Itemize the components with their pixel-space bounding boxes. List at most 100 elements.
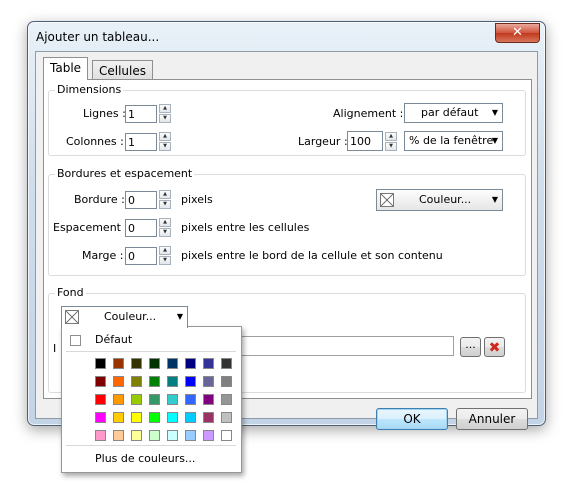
down-arrow-icon[interactable]: ▼ bbox=[385, 142, 397, 151]
color-swatch[interactable] bbox=[185, 412, 196, 423]
color-swatch[interactable] bbox=[149, 430, 160, 441]
color-swatch[interactable] bbox=[95, 376, 106, 387]
width-label: Largeur : bbox=[298, 135, 348, 148]
color-swatch[interactable] bbox=[113, 412, 124, 423]
color-picker-popup: Défaut Plus de couleurs... bbox=[61, 326, 242, 473]
up-arrow-icon[interactable]: ▲ bbox=[385, 132, 397, 141]
color-swatch[interactable] bbox=[131, 430, 142, 441]
color-swatch[interactable] bbox=[113, 358, 124, 369]
color-swatch[interactable] bbox=[203, 358, 214, 369]
color-swatch[interactable] bbox=[149, 412, 160, 423]
color-swatch[interactable] bbox=[167, 412, 178, 423]
color-swatch[interactable] bbox=[131, 412, 142, 423]
up-arrow-icon[interactable]: ▲ bbox=[159, 246, 171, 255]
color-swatch[interactable] bbox=[221, 376, 232, 387]
cols-stepper[interactable]: ▲ ▼ bbox=[159, 132, 171, 152]
color-swatch[interactable] bbox=[221, 358, 232, 369]
color-swatch[interactable] bbox=[203, 430, 214, 441]
color-swatch[interactable] bbox=[203, 412, 214, 423]
spacing-label: Espacement : bbox=[53, 221, 129, 234]
color-swatch[interactable] bbox=[149, 394, 160, 405]
margin-input[interactable]: 0 bbox=[125, 247, 157, 265]
spacing-input[interactable]: 0 bbox=[125, 219, 157, 237]
color-swatch[interactable] bbox=[131, 394, 142, 405]
color-swatch[interactable] bbox=[131, 376, 142, 387]
border-label: Bordure : bbox=[74, 193, 125, 206]
color-swatch[interactable] bbox=[185, 394, 196, 405]
popup-divider-bottom bbox=[66, 445, 236, 446]
width-input[interactable]: 100 bbox=[347, 131, 383, 151]
down-arrow-icon[interactable]: ▼ bbox=[159, 256, 171, 265]
color-swatch[interactable] bbox=[149, 376, 160, 387]
rows-input[interactable]: 1 bbox=[125, 105, 157, 123]
border-color-button[interactable]: Couleur... ▼ bbox=[376, 189, 503, 211]
image-label: I bbox=[53, 342, 57, 355]
chevron-down-icon: ▼ bbox=[491, 195, 498, 204]
cols-input[interactable]: 1 bbox=[125, 133, 157, 151]
browse-button[interactable]: ... bbox=[460, 337, 481, 357]
background-color-button[interactable]: Couleur... ▼ bbox=[61, 306, 188, 328]
color-swatch[interactable] bbox=[95, 358, 106, 369]
color-swatch[interactable] bbox=[113, 394, 124, 405]
spacing-stepper[interactable]: ▲ ▼ bbox=[159, 218, 171, 238]
default-color-checkbox[interactable] bbox=[70, 335, 81, 346]
background-group-title: Fond bbox=[55, 286, 86, 299]
up-arrow-icon[interactable]: ▲ bbox=[159, 218, 171, 227]
tab-table[interactable]: Table bbox=[43, 57, 89, 80]
down-arrow-icon[interactable]: ▼ bbox=[159, 200, 171, 209]
color-swatch[interactable] bbox=[149, 358, 160, 369]
width-stepper[interactable]: ▲ ▼ bbox=[385, 132, 397, 152]
color-swatch[interactable] bbox=[221, 394, 232, 405]
down-arrow-icon[interactable]: ▼ bbox=[159, 228, 171, 237]
down-arrow-icon[interactable]: ▼ bbox=[159, 114, 171, 123]
up-arrow-icon[interactable]: ▲ bbox=[159, 104, 171, 113]
popup-divider-top bbox=[66, 351, 236, 352]
default-color-label[interactable]: Défaut bbox=[95, 333, 132, 346]
color-swatch[interactable] bbox=[95, 394, 106, 405]
more-colors-item[interactable]: Plus de couleurs... bbox=[95, 452, 195, 465]
color-swatch[interactable] bbox=[113, 376, 124, 387]
color-swatch[interactable] bbox=[167, 376, 178, 387]
width-unit-select[interactable]: % de la fenêtre ▼ bbox=[404, 131, 503, 151]
color-swatch[interactable] bbox=[167, 358, 178, 369]
color-swatch[interactable] bbox=[185, 376, 196, 387]
color-swatch[interactable] bbox=[203, 376, 214, 387]
chevron-down-icon: ▼ bbox=[491, 108, 498, 117]
color-swatch[interactable] bbox=[185, 430, 196, 441]
up-arrow-icon[interactable]: ▲ bbox=[159, 132, 171, 141]
dialog-title: Ajouter un tableau... bbox=[36, 30, 160, 44]
border-input[interactable]: 0 bbox=[125, 191, 157, 209]
margin-stepper[interactable]: ▲ ▼ bbox=[159, 246, 171, 266]
color-swatch[interactable] bbox=[95, 412, 106, 423]
align-select[interactable]: par défaut ▼ bbox=[404, 103, 503, 123]
color-swatch[interactable] bbox=[113, 430, 124, 441]
margin-label: Marge : bbox=[82, 249, 124, 262]
no-color-swatch-icon bbox=[380, 193, 394, 207]
tab-cellules[interactable]: Cellules bbox=[92, 60, 154, 81]
border-stepper[interactable]: ▲ ▼ bbox=[159, 190, 171, 210]
image-path-input[interactable] bbox=[235, 336, 454, 356]
down-arrow-icon[interactable]: ▼ bbox=[159, 142, 171, 151]
borders-group: Bordures et espacement Bordure : 0 ▲ ▼ pi… bbox=[48, 167, 526, 276]
color-swatch[interactable] bbox=[221, 430, 232, 441]
background-color-label: Couleur... bbox=[104, 310, 157, 323]
cols-label: Colonnes : bbox=[66, 135, 124, 148]
up-arrow-icon[interactable]: ▲ bbox=[159, 190, 171, 199]
borders-group-title: Bordures et espacement bbox=[55, 167, 195, 180]
margin-unit: pixels entre le bord de la cellule et so… bbox=[181, 249, 443, 262]
color-swatch[interactable] bbox=[221, 412, 232, 423]
color-swatch[interactable] bbox=[185, 358, 196, 369]
color-swatch[interactable] bbox=[167, 394, 178, 405]
color-swatch[interactable] bbox=[95, 430, 106, 441]
rows-stepper[interactable]: ▲ ▼ bbox=[159, 104, 171, 124]
cancel-button[interactable]: Annuler bbox=[456, 408, 528, 430]
color-swatch[interactable] bbox=[203, 394, 214, 405]
color-swatch[interactable] bbox=[131, 358, 142, 369]
remove-image-button[interactable]: ✖ bbox=[484, 337, 505, 357]
close-button[interactable]: ✕ bbox=[495, 23, 540, 43]
color-swatch[interactable] bbox=[167, 430, 178, 441]
dimensions-group: Dimensions Lignes : 1 ▲ ▼ Colonnes : 1 ▲ ▼… bbox=[48, 83, 526, 156]
dimensions-group-title: Dimensions bbox=[55, 83, 124, 96]
delete-x-icon: ✖ bbox=[488, 340, 501, 356]
ok-button[interactable]: OK bbox=[376, 408, 448, 430]
